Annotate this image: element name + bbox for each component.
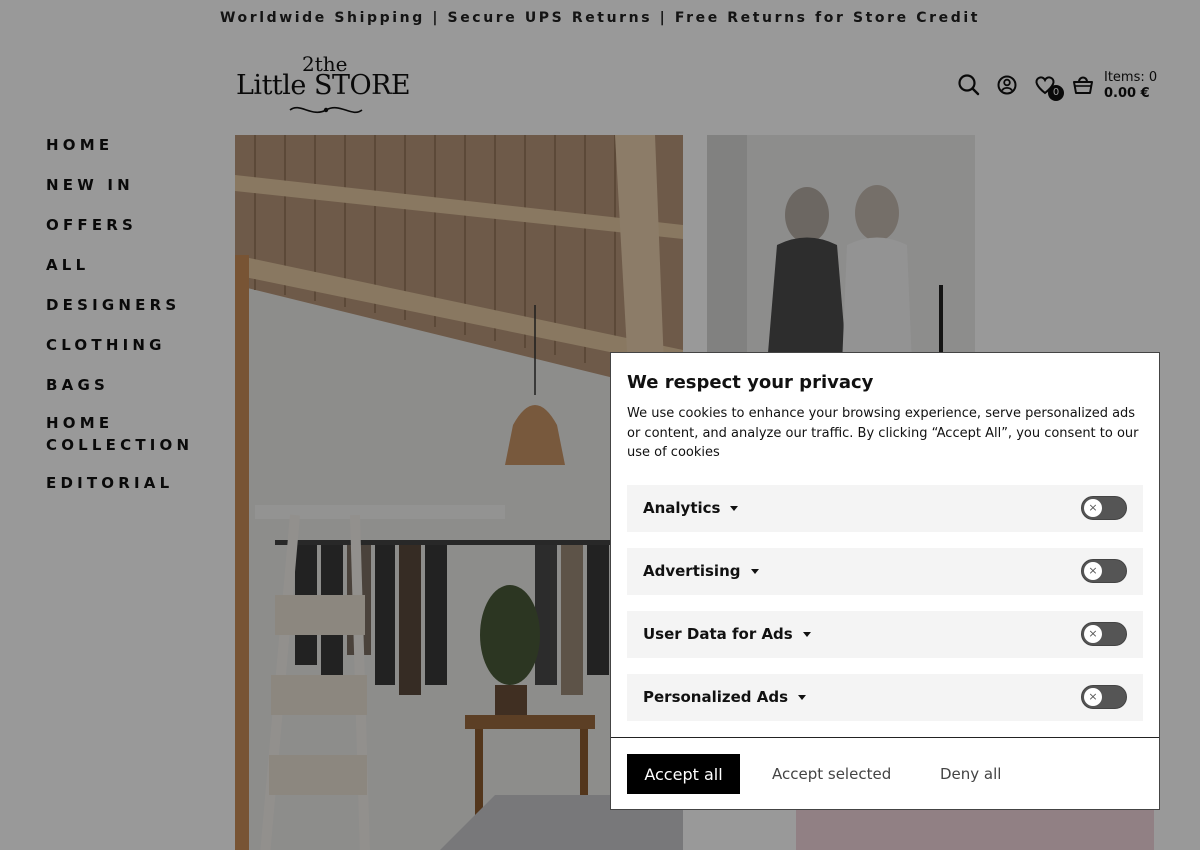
category-label: Personalized Ads — [643, 674, 807, 721]
chevron-down-icon — [798, 695, 807, 700]
analytics-toggle[interactable]: × — [1081, 496, 1127, 520]
cookie-title: We respect your privacy — [627, 372, 874, 393]
personalized-ads-toggle[interactable]: × — [1081, 685, 1127, 709]
dialog-divider — [611, 737, 1159, 738]
accept-all-button[interactable]: Accept all — [627, 754, 740, 794]
deny-all-button[interactable]: Deny all — [940, 754, 1001, 794]
user-data-toggle[interactable]: × — [1081, 622, 1127, 646]
chevron-down-icon — [750, 569, 759, 574]
category-label: User Data for Ads — [643, 611, 811, 658]
cookie-category-user-data[interactable]: User Data for Ads × — [627, 611, 1143, 658]
cookie-description: We use cookies to enhance your browsing … — [627, 406, 1139, 460]
category-label: Analytics — [643, 485, 739, 532]
accept-selected-button[interactable]: Accept selected — [772, 754, 891, 794]
chevron-down-icon — [802, 632, 811, 637]
close-icon: × — [1084, 562, 1102, 580]
close-icon: × — [1084, 499, 1102, 517]
cookie-category-personalized-ads[interactable]: Personalized Ads × — [627, 674, 1143, 721]
chevron-down-icon — [730, 506, 739, 511]
cookie-category-advertising[interactable]: Advertising × — [627, 548, 1143, 595]
cookie-category-analytics[interactable]: Analytics × — [627, 485, 1143, 532]
close-icon: × — [1084, 625, 1102, 643]
advertising-toggle[interactable]: × — [1081, 559, 1127, 583]
close-icon: × — [1084, 688, 1102, 706]
category-label: Advertising — [643, 548, 759, 595]
cookie-consent-dialog: We respect your privacy We use cookies t… — [610, 352, 1160, 810]
